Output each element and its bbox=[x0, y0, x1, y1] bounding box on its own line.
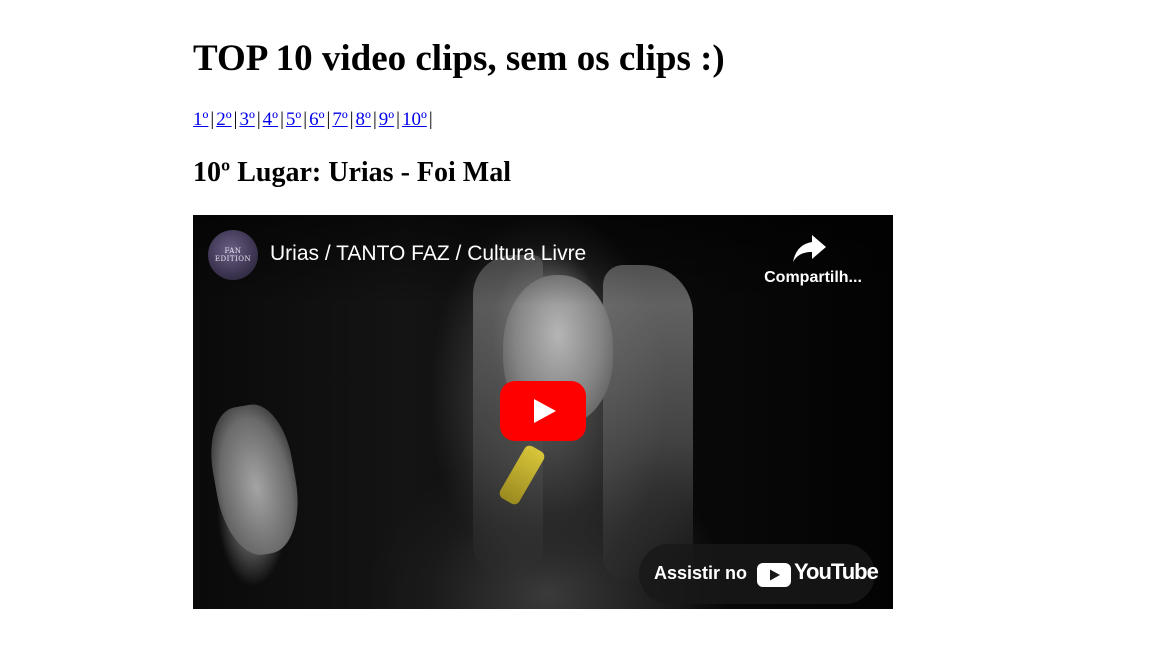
nav-separator: | bbox=[256, 109, 261, 130]
share-arrow-icon bbox=[793, 235, 826, 262]
play-button[interactable] bbox=[500, 381, 586, 441]
video-embed[interactable]: FAN EDITION Urias / TANTO FAZ / Cultura … bbox=[193, 215, 893, 609]
rank-link-8[interactable]: 8º bbox=[356, 109, 371, 130]
thumbnail-figure-hair bbox=[603, 265, 693, 585]
rank-nav: 1º | 2º | 3º | 4º | 5º | 6º | 7º | 8º | 9º | 10º | bbox=[193, 108, 435, 132]
youtube-logo-icon bbox=[757, 563, 791, 587]
thumbnail-figure-hand bbox=[202, 399, 308, 561]
rank-link-7[interactable]: 7º bbox=[332, 109, 347, 130]
rank-link-1[interactable]: 1º bbox=[193, 109, 208, 130]
youtube-wordmark: YouTube bbox=[794, 559, 879, 584]
share-button[interactable]: Compartilh... bbox=[758, 233, 868, 293]
page-title: TOP 10 video clips, sem os clips :) bbox=[193, 38, 725, 79]
rank-link-5[interactable]: 5º bbox=[286, 109, 301, 130]
share-label: Compartilh... bbox=[764, 269, 862, 286]
rank-link-10[interactable]: 10º bbox=[402, 109, 427, 130]
channel-avatar-text: FAN EDITION bbox=[214, 247, 252, 263]
nav-separator: | bbox=[428, 109, 433, 130]
rank-link-9[interactable]: 9º bbox=[379, 109, 394, 130]
nav-separator: | bbox=[372, 109, 377, 130]
rank-link-3[interactable]: 3º bbox=[239, 109, 254, 130]
watch-on-youtube-button[interactable]: Assistir no YouTube bbox=[639, 544, 879, 604]
watch-on-label: Assistir no bbox=[654, 563, 748, 583]
play-icon bbox=[500, 381, 586, 441]
channel-avatar[interactable]: FAN EDITION bbox=[208, 230, 258, 280]
rank-link-4[interactable]: 4º bbox=[263, 109, 278, 130]
nav-separator: | bbox=[349, 109, 354, 130]
rank-link-2[interactable]: 2º bbox=[216, 109, 231, 130]
entry-heading: 10º Lugar: Urias - Foi Mal bbox=[193, 157, 511, 188]
nav-separator: | bbox=[280, 109, 284, 130]
nav-separator: | bbox=[303, 109, 308, 130]
video-title-link[interactable]: Urias / TANTO FAZ / Cultura Livre bbox=[270, 242, 586, 266]
nav-separator: | bbox=[396, 109, 400, 130]
rank-link-6[interactable]: 6º bbox=[309, 109, 324, 130]
